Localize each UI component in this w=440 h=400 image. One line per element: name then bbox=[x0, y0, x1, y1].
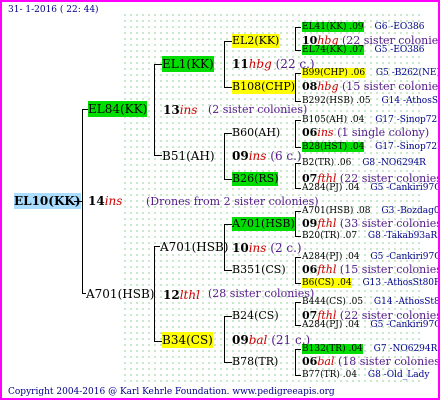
g4-entry[interactable]: EL74(KK) .07 G5 -EO386 bbox=[302, 44, 424, 56]
g4-entry-name: A284(PJ) .04 bbox=[302, 320, 360, 330]
g4-entry-name: A701(HSB) .08 bbox=[302, 206, 371, 216]
g1-dam-queen[interactable]: A701(HSB) bbox=[86, 286, 154, 302]
g3-b351-year: 06fthl (15 sister colonies) bbox=[302, 263, 440, 276]
g4-entry[interactable]: A284(PJ) .04 G5 -Cankiri97Q bbox=[302, 319, 440, 331]
g4-entry-code: G5 -EO386 bbox=[371, 45, 425, 55]
g4-entry-name: A284(PJ) .04 bbox=[302, 183, 360, 193]
g4-entry[interactable]: EL41(KK) .09 G6 -EO386 bbox=[302, 21, 424, 33]
root-note: (Drones from 2 sister colonies) bbox=[146, 195, 319, 208]
g4-entry-name: B20(TR) .07 bbox=[302, 231, 358, 241]
g4-entry[interactable]: B132(TR) .04 G7 -NO6294R bbox=[302, 343, 437, 355]
g4-entry[interactable]: A284(PJ) .04 G5 -Cankiri97Q bbox=[302, 182, 440, 194]
g3-b108-year: 08hbg (15 sister colonies) bbox=[302, 80, 440, 93]
g4-entry[interactable]: A284(PJ) .04 G5 -Cankiri97Q bbox=[302, 251, 440, 263]
g4-entry[interactable]: B28(HST) .04 G17 -Sinop72R bbox=[302, 141, 440, 153]
g4-entry-code: G14 -AthosSt80R bbox=[381, 96, 438, 106]
g2-a701[interactable]: A701(HSB) bbox=[160, 239, 228, 255]
g1-sire-year: 13ins bbox=[163, 103, 198, 117]
g4-entry-code: G8 -Takab93aR bbox=[365, 231, 438, 241]
root-year: 14ins bbox=[88, 194, 123, 208]
g4-entry-code: G5 -B262(NE) bbox=[373, 68, 440, 78]
g3-a701-year: 09fthl (33 sister colonies) bbox=[302, 217, 440, 230]
g3-b26[interactable]: B26(RS) bbox=[232, 172, 279, 186]
g4-entry-code: G8 -NO6294R bbox=[359, 158, 426, 168]
g4-entry-code: G13 -AthosSt80R bbox=[359, 278, 440, 288]
g4-entry[interactable]: B99(CHP) .06 G5 -B262(NE) bbox=[302, 67, 440, 79]
g4-entry-name: B105(AH) .04 bbox=[302, 115, 365, 125]
g4-entry-code: G14 -AthosSt80R bbox=[373, 297, 440, 307]
g4-entry-name: B2(TR) .06 bbox=[302, 158, 352, 168]
g4-entry[interactable]: A701(HSB) .08 G3 -Bozdag07R bbox=[302, 205, 440, 217]
g4-entry-code: G3 -Bozdag07R bbox=[381, 206, 440, 216]
g4-entry[interactable]: B2(TR) .06 G8 -NO6294R bbox=[302, 157, 426, 169]
g2-b34[interactable]: B34(CS) bbox=[162, 332, 213, 348]
g3-b108[interactable]: B108(CHP) bbox=[232, 80, 296, 94]
g4-entry-code: G7 -NO6294R bbox=[370, 344, 438, 354]
g4-entry[interactable]: B77(TR) .04 G8 -Old_Lady bbox=[302, 369, 429, 381]
g3-b351[interactable]: B351(CS) bbox=[232, 263, 286, 277]
g2-b34-year: 09bal (21 c.) bbox=[232, 333, 311, 347]
g4-entry[interactable]: B105(AH) .04 G17 -Sinop72R bbox=[302, 114, 440, 126]
g1-dam-note: (28 sister colonies) bbox=[208, 287, 315, 300]
g3-a701[interactable]: A701(HSB) bbox=[232, 217, 295, 231]
g4-entry-code: G17 -Sinop72R bbox=[372, 115, 440, 125]
g2-b51[interactable]: B51(AH) bbox=[162, 148, 215, 164]
g4-entry-code: G17 -Sinop72R bbox=[372, 142, 440, 152]
g4-entry[interactable]: B6(CS) .04 G13 -AthosSt80R bbox=[302, 277, 440, 289]
g4-entry-name: B132(TR) .04 bbox=[302, 344, 363, 354]
g1-sire-note: (2 sister colonies) bbox=[208, 103, 308, 116]
root-queen[interactable]: EL10(KK) bbox=[14, 193, 81, 209]
g4-entry-code: G6 -EO386 bbox=[371, 22, 425, 32]
g3-b60[interactable]: B60(AH) bbox=[232, 126, 280, 140]
g1-sire-queen[interactable]: EL84(KK) bbox=[88, 101, 148, 117]
g4-entry-code: G5 -Cankiri97Q bbox=[367, 183, 440, 193]
g4-entry-name: B6(CS) .04 bbox=[302, 278, 352, 288]
g3-b24[interactable]: B24(CS) bbox=[232, 309, 279, 323]
g2-b51-year: 09ins (6 c.) bbox=[232, 149, 302, 163]
g4-entry-name: B28(HST) .04 bbox=[302, 142, 365, 152]
g4-entry-name: A284(PJ) .04 bbox=[302, 252, 360, 262]
g4-entry-name: B444(CS) .05 bbox=[302, 297, 364, 307]
g1-dam-year: 12lthl bbox=[163, 288, 200, 302]
g4-entry[interactable]: B444(CS) .05 G14 -AthosSt80R bbox=[302, 296, 440, 308]
g2-a701-year: 10ins (2 c.) bbox=[232, 241, 302, 255]
g4-entry-name: B77(TR) .04 bbox=[302, 370, 358, 380]
g4-entry-name: B292(HSB) .05 bbox=[302, 96, 371, 106]
g4-entry-name: EL41(KK) .09 bbox=[302, 22, 364, 32]
g3-el2[interactable]: EL2(KK) bbox=[232, 34, 280, 48]
g4-entry-name: B99(CHP) .06 bbox=[302, 68, 366, 78]
g4-entry-code: G5 -Cankiri97Q bbox=[367, 320, 440, 330]
pedigree-chart: 31- 1-2016 ( 22: 44) EL10(KK) 14ins (Dro… bbox=[0, 0, 440, 400]
g3-b78[interactable]: B78(TR) bbox=[232, 355, 278, 369]
g4-entry-code: G8 -Old_Lady bbox=[365, 370, 430, 380]
g2-el1[interactable]: EL1(KK) bbox=[162, 56, 214, 72]
footer-copyright: Copyright 2004-2016 @ Karl Kehrle Founda… bbox=[8, 387, 335, 397]
g4-entry-code: G5 -Cankiri97Q bbox=[367, 252, 440, 262]
g4-entry-name: EL74(KK) .07 bbox=[302, 45, 364, 55]
header-date: 31- 1-2016 ( 22: 44) bbox=[8, 5, 99, 15]
g4-entry[interactable]: B292(HSB) .05 G14 -AthosSt80R bbox=[302, 95, 438, 107]
g4-entry[interactable]: B20(TR) .07 G8 -Takab93aR bbox=[302, 230, 437, 242]
g3-b60-year: 06ins (1 single colony) bbox=[302, 126, 430, 139]
g3-b78-year: 06bal (18 sister colonies) bbox=[302, 355, 440, 368]
